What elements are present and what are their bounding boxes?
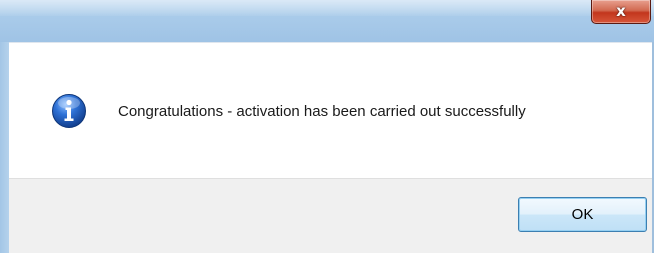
message-area: Congratulations - activation has been ca… [9, 42, 652, 178]
window-frame-left [0, 42, 9, 253]
close-icon: x [616, 2, 626, 20]
activation-dialog: x Congratulations - activation has been … [0, 0, 654, 253]
title-bar[interactable]: x [0, 0, 654, 42]
ok-button[interactable]: OK [518, 197, 647, 232]
button-bar: OK [9, 178, 652, 253]
info-icon [52, 94, 86, 128]
message-text: Congratulations - activation has been ca… [118, 103, 526, 120]
close-button[interactable]: x [591, 0, 651, 24]
